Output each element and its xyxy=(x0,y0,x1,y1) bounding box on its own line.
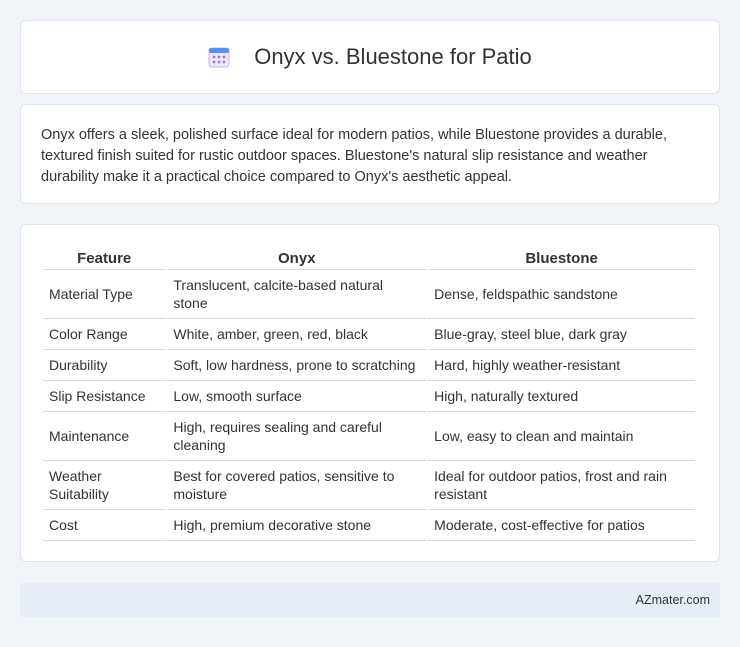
cell-feature: Color Range xyxy=(43,319,166,350)
cell-bluestone: Blue-gray, steel blue, dark gray xyxy=(428,319,695,350)
cell-bluestone: Ideal for outdoor patios, frost and rain… xyxy=(428,461,695,510)
table-row: Material Type Translucent, calcite-based… xyxy=(43,270,695,319)
cell-feature: Slip Resistance xyxy=(43,381,166,412)
cell-feature: Weather Suitability xyxy=(43,461,166,510)
cell-onyx: Best for covered patios, sensitive to mo… xyxy=(167,461,427,510)
cell-onyx: High, requires sealing and careful clean… xyxy=(167,412,427,461)
table-row: Color Range White, amber, green, red, bl… xyxy=(43,319,695,350)
cell-bluestone: Moderate, cost-effective for patios xyxy=(428,510,695,541)
title-wrap: Onyx vs. Bluestone for Patio xyxy=(208,44,532,70)
cell-onyx: Low, smooth surface xyxy=(167,381,427,412)
cell-onyx: Translucent, calcite-based natural stone xyxy=(167,270,427,319)
comparison-table: Feature Onyx Bluestone Material Type Tra… xyxy=(41,245,697,541)
table-row: Slip Resistance Low, smooth surface High… xyxy=(43,381,695,412)
table-card: Feature Onyx Bluestone Material Type Tra… xyxy=(20,224,720,562)
header-feature: Feature xyxy=(43,245,166,270)
cell-onyx: Soft, low hardness, prone to scratching xyxy=(167,350,427,381)
table-header-row: Feature Onyx Bluestone xyxy=(43,245,695,270)
cell-onyx: White, amber, green, red, black xyxy=(167,319,427,350)
cell-bluestone: Low, easy to clean and maintain xyxy=(428,412,695,461)
header-card: Onyx vs. Bluestone for Patio xyxy=(20,20,720,94)
table-row: Cost High, premium decorative stone Mode… xyxy=(43,510,695,541)
table-row: Maintenance High, requires sealing and c… xyxy=(43,412,695,461)
cell-bluestone: High, naturally textured xyxy=(428,381,695,412)
table-row: Durability Soft, low hardness, prone to … xyxy=(43,350,695,381)
header-onyx: Onyx xyxy=(167,245,427,270)
summary-card: Onyx offers a sleek, polished surface id… xyxy=(20,104,720,204)
source-link[interactable]: AZmater.com xyxy=(636,593,710,607)
table-row: Weather Suitability Best for covered pat… xyxy=(43,461,695,510)
footer-bar: AZmater.com xyxy=(20,583,720,617)
cell-feature: Material Type xyxy=(43,270,166,319)
summary-text: Onyx offers a sleek, polished surface id… xyxy=(41,127,667,185)
cell-onyx: High, premium decorative stone xyxy=(167,510,427,541)
cell-feature: Maintenance xyxy=(43,412,166,461)
cell-feature: Durability xyxy=(43,350,166,381)
cell-bluestone: Hard, highly weather-resistant xyxy=(428,350,695,381)
cell-bluestone: Dense, feldspathic sandstone xyxy=(428,270,695,319)
calendar-icon xyxy=(208,46,230,68)
header-bluestone: Bluestone xyxy=(428,245,695,270)
page-title: Onyx vs. Bluestone for Patio xyxy=(254,44,532,69)
cell-feature: Cost xyxy=(43,510,166,541)
